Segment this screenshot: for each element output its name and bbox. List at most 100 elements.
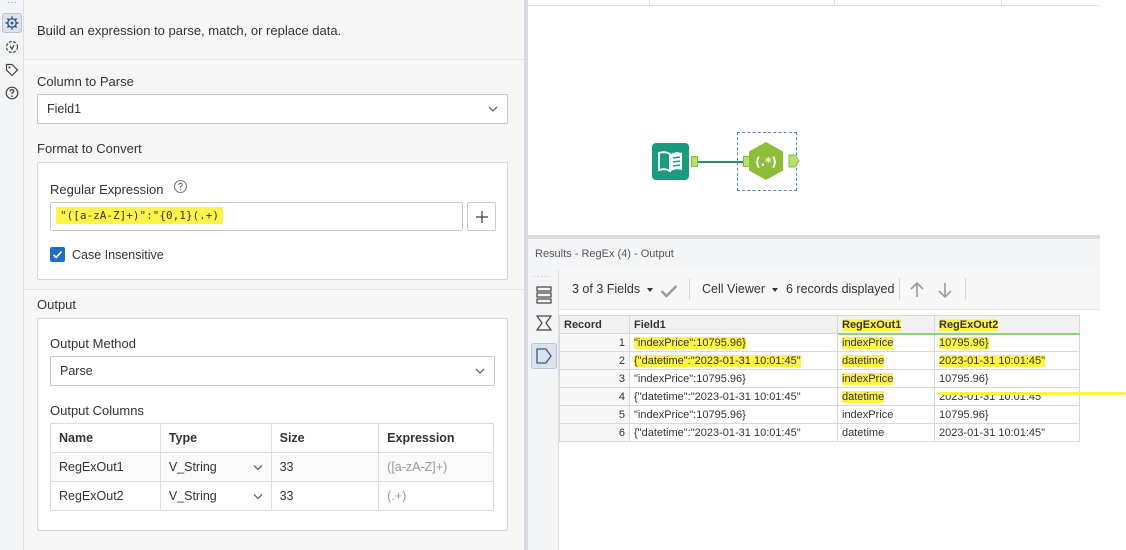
output-column-type-select[interactable]: V_String xyxy=(159,481,272,511)
table-row[interactable]: 2 {"datetime":"2023-01-31 10:01:45" date… xyxy=(559,351,1080,370)
input-book-icon xyxy=(658,151,682,173)
case-insensitive-checkbox[interactable] xyxy=(50,247,65,262)
arrow-down-icon[interactable] xyxy=(937,281,953,299)
table-row[interactable]: 4 {"datetime":"2023-01-31 10:01:45" date… xyxy=(559,387,1080,406)
output-column-type: V_String xyxy=(168,489,217,503)
table-row[interactable]: RegExOut2 V_String 33 (.+) xyxy=(50,481,494,511)
regexout1-cell[interactable]: indexPrice xyxy=(837,369,935,388)
column-header-name: Name xyxy=(50,423,161,453)
table-view-icon[interactable] xyxy=(532,283,556,307)
regexout1-cell[interactable]: indexPrice xyxy=(837,333,935,352)
highlighter-stroke xyxy=(938,392,1126,395)
workflow-canvas[interactable]: (.*) xyxy=(528,0,1100,235)
regexout1-cell[interactable]: datetime xyxy=(837,423,935,442)
regex-output-anchor[interactable] xyxy=(788,154,800,168)
column-header-expression: Expression xyxy=(378,423,494,453)
grid-header-record[interactable]: Record xyxy=(559,315,630,334)
plus-icon xyxy=(475,210,488,223)
format-to-convert-card: Regular Expression "([a-zA-Z]+)":"{0,1}(… xyxy=(37,162,508,280)
caret-down-icon xyxy=(772,287,778,292)
chevron-down-icon xyxy=(253,465,263,471)
toolbar-separator xyxy=(965,278,966,300)
table-row[interactable]: 3 "indexPrice":10795.96} indexPrice 1079… xyxy=(559,369,1080,388)
column-to-parse-value: Field1 xyxy=(47,102,82,116)
grid-header-regexout1[interactable]: RegExOut1 xyxy=(837,315,935,334)
regexout2-cell[interactable]: 10795.96} xyxy=(934,405,1080,424)
chevron-down-icon xyxy=(488,106,498,112)
table-row[interactable]: RegExOut1 V_String 33 ([a-zA-Z]+) xyxy=(50,452,494,482)
results-toolbar: 3 of 3 Fields Cell Viewer 6 records disp… xyxy=(559,270,1100,310)
checkmark-icon[interactable] xyxy=(660,284,678,298)
input-output-anchor[interactable] xyxy=(691,156,698,167)
toolbar-separator xyxy=(899,278,900,300)
config-intro-text: Build an expression to parse, match, or … xyxy=(37,23,342,38)
tag-icon[interactable] xyxy=(3,61,21,79)
output-columns-table: Name Type Size Expression RegExOut1 V_St… xyxy=(50,423,494,511)
field1-cell[interactable]: {"datetime":"2023-01-31 10:01:45" xyxy=(629,387,838,406)
regexout1-cell[interactable]: datetime xyxy=(837,351,935,370)
regexout1-cell[interactable]: indexPrice xyxy=(837,405,935,424)
regexout2-cell[interactable]: 10795.96} xyxy=(934,369,1080,388)
rail-grip[interactable]: ··· xyxy=(5,0,19,10)
app-window: ··· Build an expression to parse, match,… xyxy=(0,0,1126,550)
configuration-panel: Build an expression to parse, match, or … xyxy=(24,0,524,550)
grid-header-regexout2[interactable]: RegExOut2 xyxy=(934,315,1080,334)
cell-viewer-dropdown[interactable]: Cell Viewer xyxy=(702,282,778,296)
regex-tool-label: (.*) xyxy=(755,155,777,169)
rail-grip[interactable]: ····· xyxy=(533,272,551,281)
output-column-size[interactable]: 33 xyxy=(270,481,380,511)
data-tag-icon[interactable] xyxy=(531,343,557,369)
config-icon-rail: ··· xyxy=(0,0,24,550)
field1-cell[interactable]: {"datetime":"2023-01-31 10:01:45" xyxy=(629,423,838,442)
records-count: 6 records displayed xyxy=(786,282,895,296)
regexout2-cell[interactable]: 2023-01-31 10:01:45" xyxy=(934,387,1080,406)
help-icon[interactable] xyxy=(3,84,21,102)
arrow-up-icon[interactable] xyxy=(909,281,925,299)
input-data-tool[interactable] xyxy=(652,143,689,180)
fields-dropdown[interactable]: 3 of 3 Fields xyxy=(572,282,654,296)
record-number: 2 xyxy=(559,351,630,370)
regex-tokens-button[interactable] xyxy=(467,202,496,231)
metadata-icon[interactable] xyxy=(532,311,556,335)
field1-cell[interactable]: {"datetime":"2023-01-31 10:01:45" xyxy=(629,351,838,370)
regexout1-cell[interactable]: datetime xyxy=(837,387,935,406)
column-to-parse-select[interactable]: Field1 xyxy=(37,94,508,124)
new-columns-indicator xyxy=(838,333,1080,335)
regex-tool[interactable]: (.*) xyxy=(746,141,786,181)
table-row[interactable]: 5 "indexPrice":10795.96} indexPrice 1079… xyxy=(559,405,1080,424)
check-icon xyxy=(52,251,63,259)
target-icon[interactable] xyxy=(3,38,21,56)
case-insensitive-label: Case Insensitive xyxy=(72,248,164,262)
regex-label: Regular Expression xyxy=(50,182,164,197)
output-method-label: Output Method xyxy=(50,336,136,351)
column-to-parse-label: Column to Parse xyxy=(37,74,134,89)
cell-viewer-label: Cell Viewer xyxy=(702,282,765,296)
regexout2-cell[interactable]: 2023-01-31 10:01:45" xyxy=(934,351,1080,370)
output-column-size[interactable]: 33 xyxy=(270,452,380,482)
output-column-name[interactable]: RegExOut1 xyxy=(50,452,161,482)
output-column-name[interactable]: RegExOut2 xyxy=(50,481,161,511)
divider xyxy=(24,289,524,290)
output-column-type-select[interactable]: V_String xyxy=(159,452,272,482)
table-row[interactable]: 6 {"datetime":"2023-01-31 10:01:45" date… xyxy=(559,423,1080,442)
help-icon[interactable] xyxy=(173,179,188,194)
results-pane: Results - RegEx (4) - Output ····· 3 of … xyxy=(528,239,1126,550)
table-row[interactable]: 1 "indexPrice":10795.96} indexPrice 1079… xyxy=(559,333,1080,352)
output-column-type: V_String xyxy=(168,460,217,474)
grid-header-field1[interactable]: Field1 xyxy=(629,315,838,334)
record-number: 3 xyxy=(559,369,630,388)
field1-cell[interactable]: "indexPrice":10795.96} xyxy=(629,369,838,388)
chevron-down-icon xyxy=(475,368,485,374)
output-method-value: Parse xyxy=(60,364,93,378)
regexout2-cell[interactable]: 2023-01-31 10:01:45" xyxy=(934,423,1080,442)
gear-icon[interactable] xyxy=(2,13,22,33)
regexout2-cell[interactable]: 10795.96} xyxy=(934,333,1080,352)
output-columns-label: Output Columns xyxy=(50,403,144,418)
output-method-select[interactable]: Parse xyxy=(50,356,495,386)
regex-input[interactable]: "([a-zA-Z]+)":"{0,1}(.+) xyxy=(50,202,463,231)
field1-cell[interactable]: "indexPrice":10795.96} xyxy=(629,405,838,424)
field1-cell[interactable]: "indexPrice":10795.96} xyxy=(629,333,838,352)
record-number: 6 xyxy=(559,423,630,442)
caret-down-icon xyxy=(647,287,654,292)
format-to-convert-label: Format to Convert xyxy=(37,141,142,156)
